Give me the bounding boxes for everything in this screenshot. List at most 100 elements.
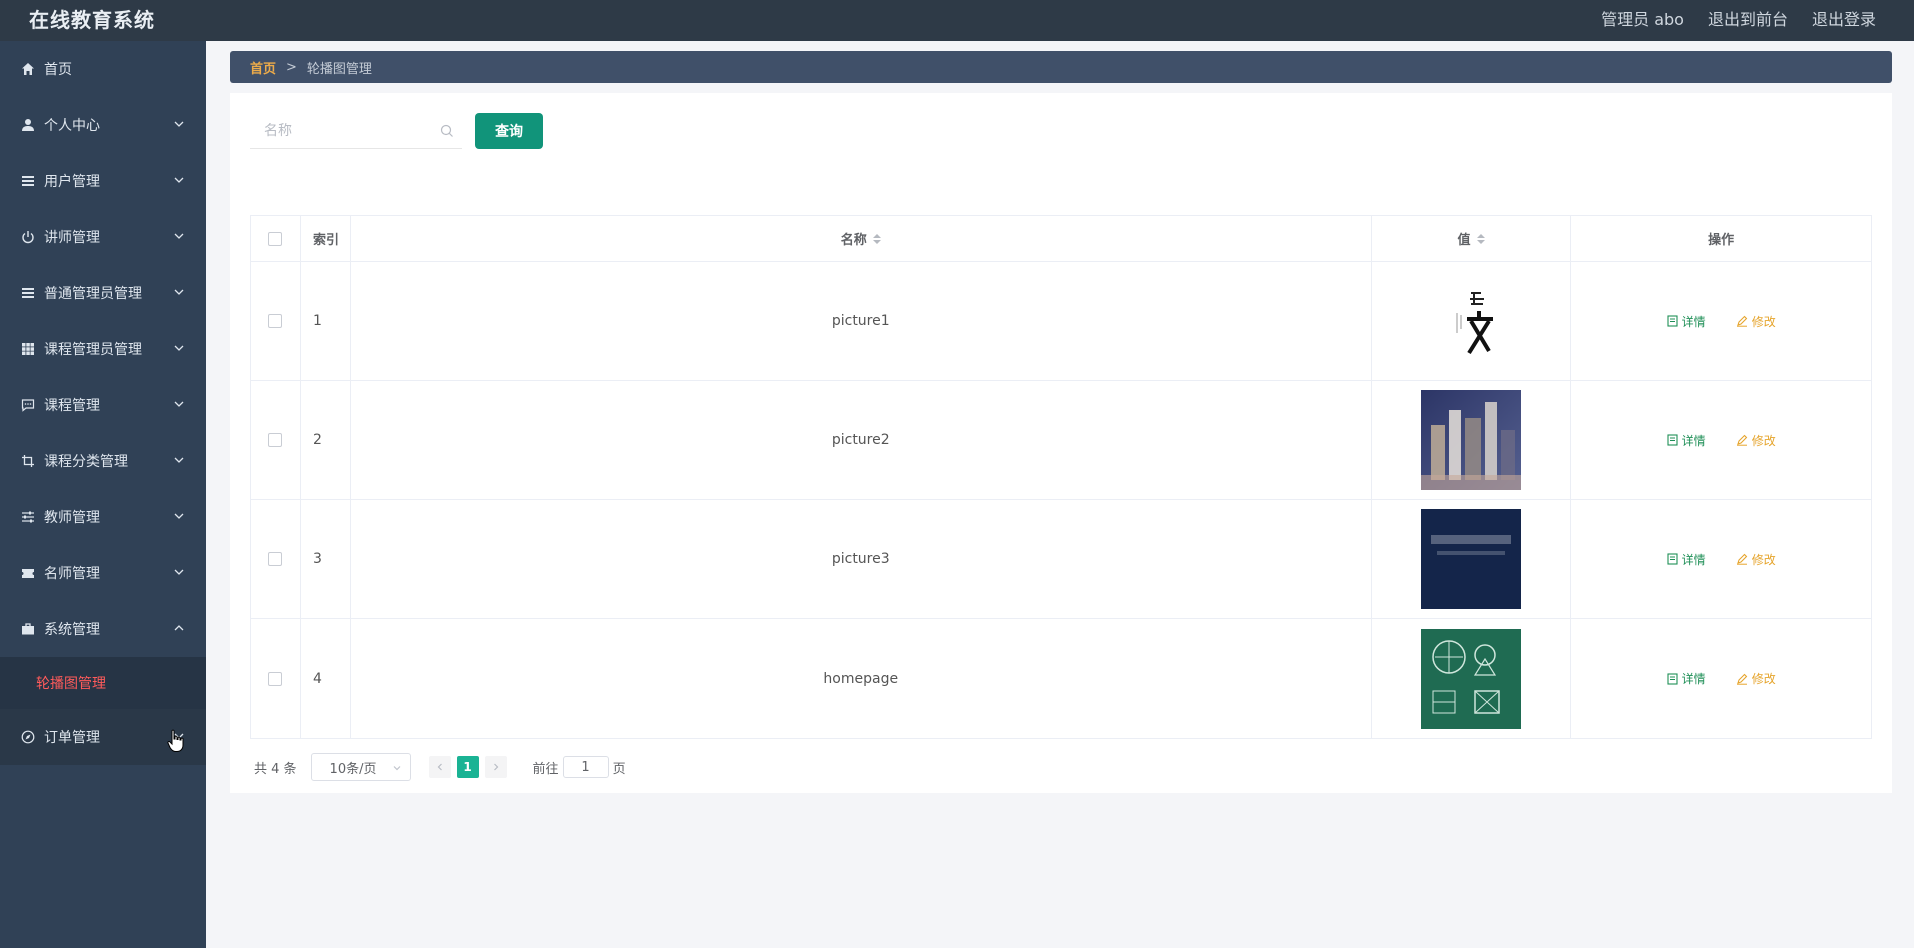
goto-page-input[interactable] <box>562 756 609 778</box>
search-field-wrapper <box>250 113 462 149</box>
sidebar-item-famous-teacher-management[interactable]: 名师管理 <box>0 545 206 601</box>
user-icon <box>20 117 36 133</box>
ticket-icon <box>20 565 36 581</box>
dark-title-thumbnail[interactable] <box>1421 509 1521 609</box>
detail-button[interactable]: 详情 <box>1667 670 1706 687</box>
detail-button[interactable]: 详情 <box>1667 551 1706 568</box>
pencil-icon <box>1736 553 1747 565</box>
sidebar-item-label: 课程分类管理 <box>44 454 128 470</box>
table-header-row: 索引 名称 值 操作 <box>251 216 1871 262</box>
detail-label: 详情 <box>1681 314 1706 329</box>
home-icon <box>20 61 36 77</box>
detail-button[interactable]: 详情 <box>1667 432 1706 449</box>
breadcrumb-home-link[interactable]: 首页 <box>250 58 276 77</box>
sort-icon[interactable] <box>1476 233 1485 244</box>
admin-user-link[interactable]: 管理员 abo <box>1601 6 1684 30</box>
brand-title: 在线教育系统 <box>29 8 155 32</box>
pagination: 共 4 条 10条/页 1 前往 页 <box>254 752 626 782</box>
sliders-icon <box>20 509 36 525</box>
list-icon <box>20 173 36 189</box>
table-row: 4 homepage 详情 修改 <box>251 619 1871 738</box>
sidebar-item-user-management[interactable]: 用户管理 <box>0 153 206 209</box>
chevron-up-icon <box>174 625 184 631</box>
sidebar-item-label: 订单管理 <box>44 730 100 746</box>
chevron-down-icon <box>174 401 184 407</box>
document-icon <box>1667 315 1678 327</box>
sidebar-item-label: 个人中心 <box>44 118 100 134</box>
sidebar-item-course-management[interactable]: 课程管理 <box>0 377 206 433</box>
goto-prefix: 前往 <box>532 761 559 777</box>
page-size-value: 10条/页 <box>329 761 377 777</box>
sidebar-item-course-category-management[interactable]: 课程分类管理 <box>0 433 206 489</box>
row-checkbox[interactable] <box>268 314 283 328</box>
row-index: 2 <box>301 381 351 499</box>
row-ops: 详情 修改 <box>1571 500 1871 618</box>
hand-cursor-icon <box>167 729 184 752</box>
chalkboard-thumbnail[interactable] <box>1421 628 1521 729</box>
row-index: 3 <box>301 500 351 618</box>
page-size-select[interactable]: 10条/页 <box>310 753 411 781</box>
row-ops: 详情 修改 <box>1571 381 1871 499</box>
compass-icon <box>20 729 36 745</box>
detail-label: 详情 <box>1681 433 1706 448</box>
query-button[interactable]: 查询 <box>475 113 543 149</box>
main-panel: 查询 索引 名称 值 操作 1 picture1 <box>230 93 1892 793</box>
sort-icon[interactable] <box>872 233 881 244</box>
breadcrumb-separator: > <box>286 59 297 75</box>
header-checkbox-cell <box>251 216 301 261</box>
pencil-icon <box>1736 315 1747 327</box>
table-row: 2 picture2 详情 修改 <box>251 381 1871 500</box>
row-checkbox[interactable] <box>268 671 283 686</box>
sidebar-item-course-admin-management[interactable]: 课程管理员管理 <box>0 321 206 377</box>
total-count: 共 4 条 <box>254 761 297 777</box>
row-index: 4 <box>301 619 351 738</box>
sidebar-item-lecturer-management[interactable]: 讲师管理 <box>0 209 206 265</box>
search-icon <box>440 124 453 137</box>
sidebar-item-admin-management[interactable]: 普通管理员管理 <box>0 265 206 321</box>
crop-icon <box>20 453 36 469</box>
calligraphy-thumbnail[interactable] <box>1421 271 1521 371</box>
table-row: 3 picture3 详情 修改 <box>251 500 1871 619</box>
next-page-button[interactable] <box>484 756 507 778</box>
sidebar-item-home[interactable]: 首页 <box>0 41 206 97</box>
chevron-down-icon <box>174 121 184 127</box>
building-thumbnail[interactable] <box>1421 390 1521 490</box>
sidebar-item-personal-center[interactable]: 个人中心 <box>0 97 206 153</box>
edit-button[interactable]: 修改 <box>1736 670 1776 687</box>
select-all-checkbox[interactable] <box>268 231 283 246</box>
page-number-button[interactable]: 1 <box>456 756 479 778</box>
prev-page-button[interactable] <box>428 756 451 778</box>
sidebar-item-label: 用户管理 <box>44 174 100 190</box>
table-row: 1 picture1 详情 修改 <box>251 262 1871 381</box>
detail-button[interactable]: 详情 <box>1667 313 1706 330</box>
goto-suffix: 页 <box>612 761 626 777</box>
goto-page: 前往 页 <box>533 756 626 778</box>
row-value <box>1372 262 1572 380</box>
header-ops: 操作 <box>1708 233 1735 248</box>
edit-label: 修改 <box>1751 314 1776 329</box>
sidebar-item-label: 课程管理员管理 <box>44 342 142 358</box>
pencil-icon <box>1736 673 1747 685</box>
carousel-table: 索引 名称 值 操作 1 picture1 详情 修改 2 picture2 详… <box>250 215 1872 739</box>
document-icon <box>1667 434 1678 446</box>
row-checkbox[interactable] <box>268 552 283 566</box>
header-name[interactable]: 名称 <box>351 216 1372 261</box>
edit-button[interactable]: 修改 <box>1736 432 1776 449</box>
row-value <box>1372 381 1572 499</box>
sidebar-item-system-management[interactable]: 系统管理 <box>0 601 206 657</box>
search-input[interactable] <box>264 122 434 139</box>
edit-button[interactable]: 修改 <box>1736 313 1776 330</box>
header-value[interactable]: 值 <box>1372 216 1572 261</box>
logout-link[interactable]: 退出登录 <box>1812 6 1876 30</box>
row-name: picture2 <box>351 381 1372 499</box>
row-checkbox[interactable] <box>268 433 283 447</box>
row-ops: 详情 修改 <box>1571 262 1871 380</box>
document-icon <box>1667 672 1678 685</box>
exit-to-frontend-link[interactable]: 退出到前台 <box>1708 6 1788 30</box>
chevron-left-icon <box>437 763 442 771</box>
chat-icon <box>20 397 36 413</box>
sidebar-item-teacher-management[interactable]: 教师管理 <box>0 489 206 545</box>
sidebar-subitem-carousel-management[interactable]: 轮播图管理 <box>0 657 206 709</box>
edit-button[interactable]: 修改 <box>1736 551 1776 568</box>
chevron-right-icon <box>493 763 498 771</box>
